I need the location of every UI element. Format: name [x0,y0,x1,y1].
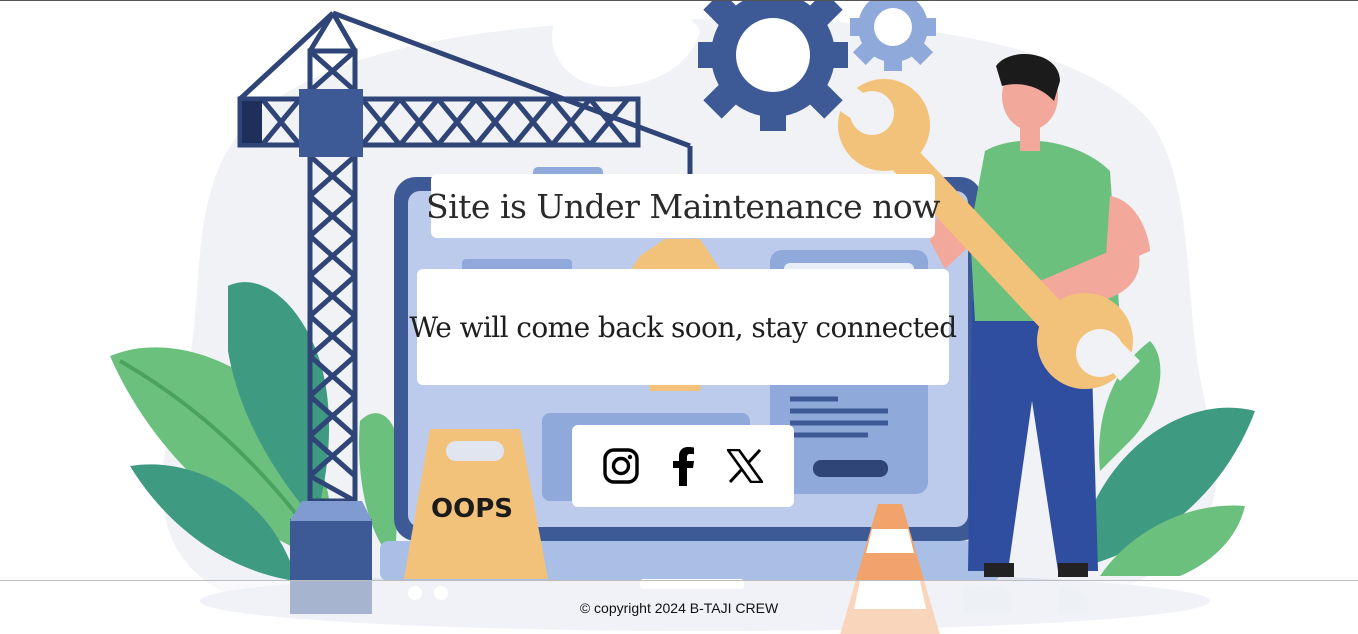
maintenance-message: We will come back soon, stay connected [409,310,957,344]
maintenance-title-card: Site is Under Maintenance now [426,174,941,238]
page-title: Site is Under Maintenance now [426,186,941,226]
copyright-text: © copyright 2024 B-TAJI CREW [579,600,779,616]
facebook-icon [673,447,694,486]
instagram-icon [603,448,639,484]
gear-large [698,1,848,131]
oops-sign-text: OOPS [431,494,513,524]
facebook-link[interactable] [663,444,703,488]
maintenance-message-card: We will come back soon, stay connected [409,269,957,385]
gear-small [850,1,936,71]
instagram-link[interactable] [601,444,641,488]
footer: © copyright 2024 B-TAJI CREW [0,580,1358,634]
x-icon [727,449,763,483]
maintenance-page: OOPS Site is Under Maintenance now We wi… [0,0,1358,634]
crane-cab [299,89,363,157]
x-link[interactable] [725,444,765,488]
social-links-card [572,425,794,507]
